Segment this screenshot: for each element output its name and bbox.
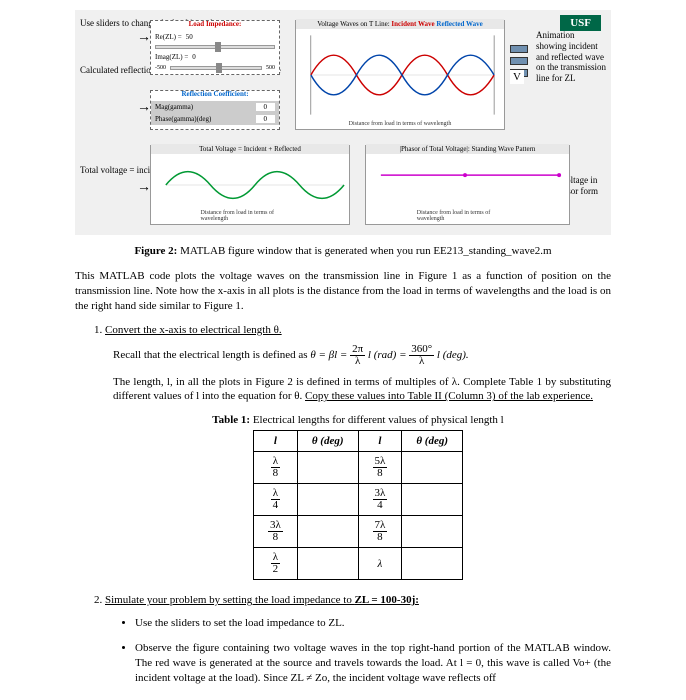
- table-row: λ43λ4: [253, 484, 462, 516]
- slider-label: Re(ZL) =: [155, 33, 182, 41]
- slider-track[interactable]: [155, 45, 275, 49]
- panel-title: Voltage Waves on T Line: Incident Wave R…: [296, 19, 504, 29]
- panel-voltage-waves: Voltage Waves on T Line: Incident Wave R…: [295, 20, 505, 130]
- wave-plot: [296, 21, 504, 129]
- panel-title: |Phasor of Total Voltage|: Standing Wave…: [366, 144, 569, 154]
- table-header: θ (deg): [297, 431, 358, 452]
- scale-max: 500: [266, 65, 275, 71]
- table-header: l: [253, 431, 297, 452]
- bullet-item: Use the sliders to set the load impedanc…: [135, 616, 611, 631]
- step-1-para-1: Recall that the electrical length is def…: [113, 344, 611, 367]
- step-1: Convert the x-axis to electrical length …: [105, 324, 611, 581]
- slider-track[interactable]: [170, 66, 262, 70]
- step-title: Convert the x-axis to electrical length …: [105, 324, 282, 336]
- slider-imag-zl[interactable]: Imag(ZL) = 0: [151, 51, 279, 63]
- figure-caption: Figure 2: MATLAB figure window that is g…: [75, 245, 611, 257]
- matlab-figure-window: USF Use sliders to change the load imped…: [75, 10, 611, 235]
- field-label: Mag(gamma): [155, 103, 193, 111]
- table-row: λ85λ8: [253, 452, 462, 484]
- panel-title: Load Impedance:: [151, 19, 279, 29]
- panel-load-impedance: Load Impedance: Re(ZL) = 50 Imag(ZL) = 0…: [150, 20, 280, 75]
- arrow-icon: →: [137, 180, 151, 196]
- field-label: Phase(gamma)(deg): [155, 115, 211, 123]
- table-row: λ2λ: [253, 548, 462, 580]
- table-row: 3λ87λ8: [253, 516, 462, 548]
- table-header-row: l θ (deg) l θ (deg): [253, 431, 462, 452]
- table-header: l: [358, 431, 402, 452]
- panel-reflection-coeff: Reflection Coefficient: Mag(gamma) 0 Pha…: [150, 90, 280, 130]
- arrow-icon: →: [137, 100, 151, 116]
- step-title: Simulate your problem by setting the loa…: [105, 594, 419, 606]
- x-axis-label: Distance from load in terms of wavelengt…: [417, 210, 519, 222]
- panel-title: Total Voltage = Incident + Reflected: [151, 144, 349, 154]
- bullet-item: Observe the figure containing two voltag…: [135, 641, 611, 686]
- table-1: l θ (deg) l θ (deg) λ85λ8λ43λ43λ87λ8λ2λ: [253, 430, 463, 580]
- x-axis-label: Distance from load in terms of wavelengt…: [349, 121, 452, 127]
- v-label: V: [510, 70, 524, 84]
- field-value: 0: [256, 103, 276, 111]
- field-value: 0: [256, 115, 276, 123]
- wave-legend: [510, 45, 681, 77]
- slider-value: 0: [192, 53, 196, 61]
- intro-paragraph: This MATLAB code plots the voltage waves…: [75, 269, 611, 314]
- slider-value: 50: [186, 33, 193, 41]
- scale-min: -500: [155, 65, 166, 71]
- slider-label: Imag(ZL) =: [155, 53, 188, 61]
- panel-title: Reflection Coefficient:: [151, 89, 279, 99]
- arrow-icon: →: [137, 30, 151, 46]
- panel-phasor: |Phasor of Total Voltage|: Standing Wave…: [365, 145, 570, 225]
- table-caption: Table 1: Electrical lengths for differen…: [105, 414, 611, 426]
- usf-logo: USF: [560, 15, 601, 31]
- table-header: θ (deg): [402, 431, 463, 452]
- step-1-para-2: The length, l, in all the plots in Figur…: [113, 375, 611, 405]
- x-axis-label: Distance from load in terms of wavelengt…: [201, 210, 300, 222]
- panel-total-voltage: Total Voltage = Incident + Reflected Dis…: [150, 145, 350, 225]
- step-2: Simulate your problem by setting the loa…: [105, 594, 611, 685]
